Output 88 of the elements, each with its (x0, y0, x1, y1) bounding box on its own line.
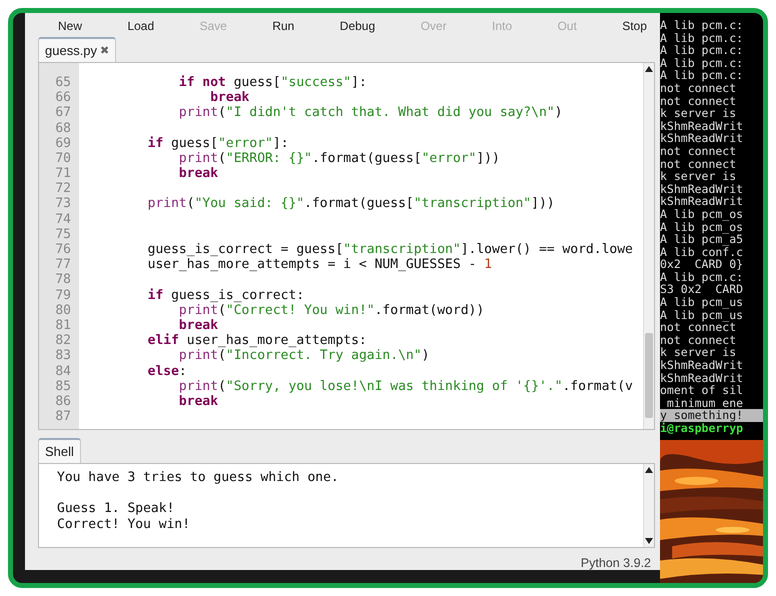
toolbar-button[interactable]: Debug (340, 18, 376, 33)
terminal-line: not connect (660, 94, 738, 108)
terminal-line: minimum ene (666, 396, 744, 410)
shell-output-line: You have 3 tries to guess which one. (57, 470, 340, 486)
terminal-line: kShmReadWrit (660, 120, 744, 132)
terminal-line: A lib pcm_a5 (660, 233, 744, 246)
line-number: 85 (54, 378, 72, 394)
terminal-line: A lib pcm.c: (660, 69, 744, 82)
code-line: break (209, 90, 250, 106)
line-number: 77 (54, 257, 72, 272)
line-number: 67 (54, 105, 72, 121)
terminal-line: i@raspberryp (660, 422, 744, 435)
shell-tab[interactable]: Shell (38, 438, 81, 464)
scrollbar[interactable] (643, 464, 654, 547)
terminal-line: k server is (660, 170, 738, 183)
terminal-line: kShmReadWrit (660, 359, 744, 372)
line-number: 79 (54, 288, 72, 303)
terminal-line: A lib pcm_os (660, 208, 744, 220)
line-number: 76 (54, 242, 72, 258)
code-line: print("You said: {}".format(guess["transcription"])) (146, 196, 556, 212)
shell-output-line: Correct! You win! (57, 516, 192, 532)
line-number: 68 (54, 120, 72, 136)
terminal-line: A lib pcm.c: (660, 270, 744, 284)
editor-tab[interactable]: guess.py ✖ (38, 36, 116, 62)
shell-console[interactable]: You have 3 tries to guess which one. Guess 1. Speak! Correct! You win! (38, 463, 655, 548)
line-number: 72 (54, 181, 72, 196)
line-number: 84 (54, 364, 72, 379)
code-line: print("Incorrect. Try again.\n") (178, 348, 430, 364)
python-version: Python 3.9.2 (580, 556, 651, 570)
toolbar-button[interactable]: Stop (622, 18, 647, 33)
terminal-line: k server is (660, 107, 738, 120)
code-line: guess_is_correct = guess["transcription"].lower() == word.lowe (146, 242, 634, 258)
terminal-line: 0x2 CARD 0} (660, 258, 744, 271)
code-editor[interactable] (38, 62, 655, 430)
code-line: break (178, 166, 220, 182)
terminal-line: A lib pcm_us (660, 296, 744, 309)
close-icon[interactable]: ✖ (100, 44, 110, 57)
terminal-line: oment of sil (660, 384, 744, 397)
line-number: 86 (54, 394, 72, 410)
terminal-line: k server is (660, 346, 738, 360)
line-number: 75 (54, 226, 72, 242)
code-line: else: (146, 364, 188, 379)
code-line: print("I didn't catch that. What did you say?\n") (178, 105, 564, 121)
code-line: if guess["error"]: (146, 136, 290, 151)
line-number: 81 (54, 318, 72, 334)
line-number: 66 (54, 90, 72, 106)
terminal-line: A lib pcm_us (660, 308, 744, 322)
line-number: 87 (54, 409, 72, 424)
terminal-line: A lib pcm.c: (660, 19, 744, 32)
line-number: 70 (54, 150, 72, 166)
code-line: print("Correct! You win!".format(word)) (178, 302, 486, 318)
line-number: 71 (54, 166, 72, 182)
line-number: 73 (54, 196, 72, 212)
terminal-line: A lib pcm.c: (660, 32, 744, 44)
terminal-line: kShmReadWrit (660, 195, 744, 208)
line-number: 65 (54, 74, 72, 90)
terminal-line: A lib pcm.c: (660, 44, 744, 57)
terminal-line: not connect (660, 144, 738, 158)
line-number: 69 (54, 136, 72, 151)
code-line: if guess_is_correct: (146, 288, 306, 303)
line-number: 80 (54, 302, 72, 318)
code-line: print("ERROR: {}".format(guess["error"])) (178, 150, 501, 166)
toolbar-button[interactable]: New (58, 18, 82, 33)
code-line: break (178, 318, 220, 334)
toolbar-button[interactable]: Load (127, 18, 154, 33)
line-number: 83 (54, 348, 72, 364)
line-number: 74 (54, 212, 72, 227)
terminal-line: A lib pcm_os (660, 220, 744, 234)
toolbar-button[interactable]: Run (272, 18, 294, 33)
terminal-line: not connect (660, 158, 738, 170)
terminal-line: A lib conf.c (660, 246, 744, 258)
line-number: 82 (54, 333, 72, 348)
terminal-line: kShmReadWrit (660, 132, 744, 145)
terminal-line: kShmReadWrit (660, 372, 744, 384)
terminal-line: S3 0x2 CARD (660, 283, 744, 296)
shell-output-line: Guess 1. Speak! (57, 501, 176, 517)
terminal-line: not connect (660, 82, 736, 95)
terminal-line: not connect (660, 321, 736, 334)
terminal-line: not connect (660, 334, 738, 346)
code-line: if not guess["success"]: (178, 74, 368, 90)
code-line: user_has_more_attempts = i < NUM_GUESSES - 1 (146, 257, 493, 272)
code-line: elif user_has_more_attempts: (146, 333, 368, 348)
code-line: break (178, 394, 220, 410)
scrollbar[interactable] (643, 62, 654, 430)
code-line: print("Sorry, you lose!\nI was thinking of '{}'.".format(v (178, 378, 634, 394)
line-number: 78 (54, 272, 72, 288)
terminal-line: A lib pcm.c: (660, 56, 744, 70)
terminal-line: kShmReadWrit (660, 182, 744, 196)
